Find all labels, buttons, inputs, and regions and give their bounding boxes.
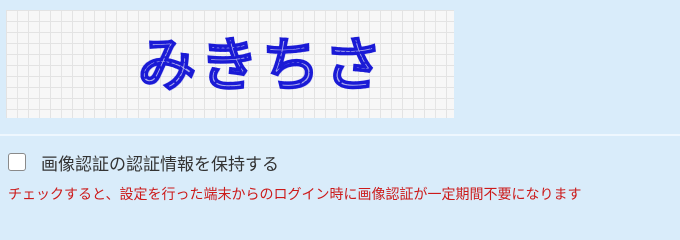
divider (0, 134, 680, 136)
remember-captcha-note: チェックすると、設定を行った端末からのログイン時に画像認証が一定期間不要になりま… (8, 187, 582, 203)
remember-captcha-label[interactable]: 画像認証の認証情報を保持する (41, 150, 279, 175)
remember-captcha-checkbox[interactable] (8, 153, 26, 171)
captcha-area: みきちさ (0, 0, 680, 132)
remember-captcha-option[interactable]: 画像認証の認証情報を保持する (8, 150, 279, 175)
captcha-image: みきちさ (6, 10, 454, 118)
captcha-text: みきちさ (137, 30, 387, 100)
